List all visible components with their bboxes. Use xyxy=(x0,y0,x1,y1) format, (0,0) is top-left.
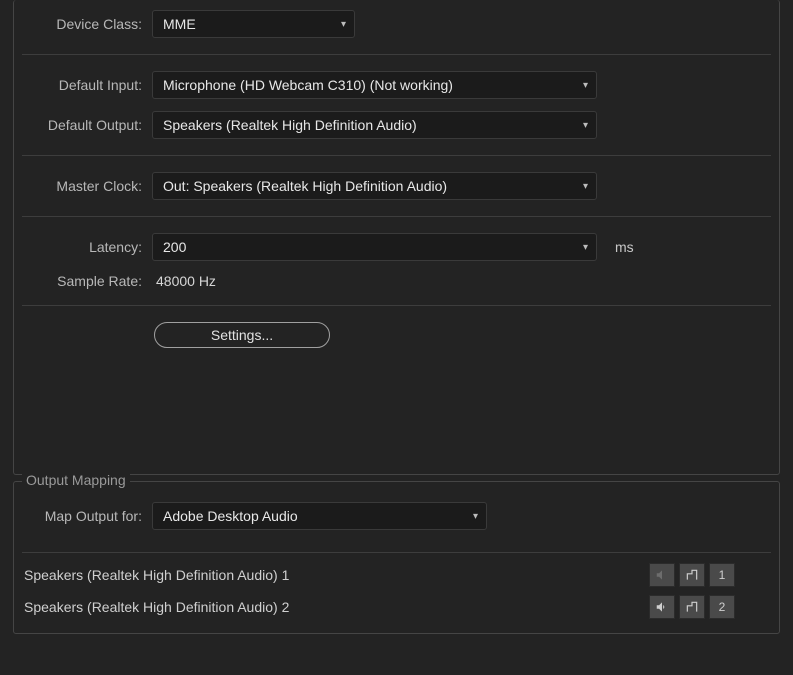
device-class-label: Device Class: xyxy=(22,16,142,32)
chevron-down-icon: ▾ xyxy=(583,120,588,131)
settings-button[interactable]: Settings... xyxy=(154,322,330,348)
latency-value: 200 xyxy=(163,239,186,255)
divider xyxy=(22,155,771,156)
speaker-icon-button[interactable] xyxy=(649,595,675,619)
default-output-label: Default Output: xyxy=(22,117,142,133)
default-input-dropdown[interactable]: Microphone (HD Webcam C310) (Not working… xyxy=(152,71,597,99)
channel-number-button[interactable]: 1 xyxy=(709,563,735,587)
master-clock-label: Master Clock: xyxy=(22,178,142,194)
device-class-value: MME xyxy=(163,16,196,32)
chevron-down-icon: ▾ xyxy=(583,80,588,91)
default-input-label: Default Input: xyxy=(22,77,142,93)
speaker-icon xyxy=(655,600,669,614)
divider xyxy=(22,305,771,306)
route-icon xyxy=(685,600,699,614)
master-clock-dropdown[interactable]: Out: Speakers (Realtek High Definition A… xyxy=(152,172,597,200)
map-output-for-value: Adobe Desktop Audio xyxy=(163,508,298,524)
sample-rate-label: Sample Rate: xyxy=(22,273,142,289)
default-output-dropdown[interactable]: Speakers (Realtek High Definition Audio)… xyxy=(152,111,597,139)
default-input-value: Microphone (HD Webcam C310) (Not working… xyxy=(163,77,453,93)
default-output-value: Speakers (Realtek High Definition Audio) xyxy=(163,117,417,133)
channel-number: 1 xyxy=(719,568,726,582)
chevron-down-icon: ▾ xyxy=(341,19,346,30)
chevron-down-icon: ▾ xyxy=(583,242,588,253)
channel-number-button[interactable]: 2 xyxy=(709,595,735,619)
output-channel-label: Speakers (Realtek High Definition Audio)… xyxy=(24,599,289,615)
sample-rate-value: 48000 Hz xyxy=(152,273,216,289)
latency-dropdown[interactable]: 200 ▾ xyxy=(152,233,597,261)
device-class-dropdown[interactable]: MME ▾ xyxy=(152,10,355,38)
chevron-down-icon: ▾ xyxy=(583,181,588,192)
speaker-muted-icon xyxy=(655,568,669,582)
audio-device-group: Device Class: MME ▾ Default Input: Micro… xyxy=(13,0,780,475)
latency-label: Latency: xyxy=(22,239,142,255)
speaker-icon-button[interactable] xyxy=(649,563,675,587)
output-mapping-row: Speakers (Realtek High Definition Audio)… xyxy=(22,559,771,591)
master-clock-value: Out: Speakers (Realtek High Definition A… xyxy=(163,178,447,194)
latency-unit: ms xyxy=(615,239,634,255)
output-mapping-row: Speakers (Realtek High Definition Audio)… xyxy=(22,591,771,623)
map-output-for-dropdown[interactable]: Adobe Desktop Audio ▾ xyxy=(152,502,487,530)
divider xyxy=(22,54,771,55)
route-icon xyxy=(685,568,699,582)
chevron-down-icon: ▾ xyxy=(473,511,478,522)
output-mapping-group: Output Mapping Map Output for: Adobe Des… xyxy=(13,481,780,634)
output-channel-label: Speakers (Realtek High Definition Audio)… xyxy=(24,567,289,583)
map-output-for-label: Map Output for: xyxy=(22,508,142,524)
output-mapping-legend: Output Mapping xyxy=(22,472,130,488)
output-mapping-list: Speakers (Realtek High Definition Audio)… xyxy=(22,552,771,623)
channel-number: 2 xyxy=(719,600,726,614)
route-icon-button[interactable] xyxy=(679,595,705,619)
route-icon-button[interactable] xyxy=(679,563,705,587)
divider xyxy=(22,216,771,217)
